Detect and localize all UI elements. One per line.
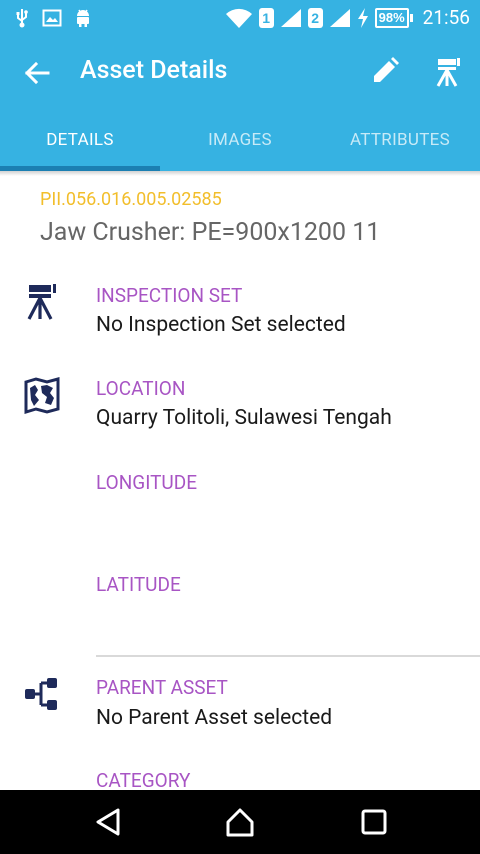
charging-icon <box>357 7 368 28</box>
battery-indicator: 98% <box>374 7 413 28</box>
app-bar: Asset Details <box>0 36 480 108</box>
header-shadow <box>0 171 480 176</box>
system-nav-bar <box>0 790 480 854</box>
pencil-icon[interactable] <box>370 56 400 86</box>
divider <box>96 655 480 657</box>
status-bar: 1 2 98% 21:56 <box>0 0 480 36</box>
tab-attributes[interactable]: ATTRIBUTES <box>320 108 480 171</box>
asset-name: Jaw Crusher: PE=900x1200 11 <box>40 218 381 247</box>
sim2-badge: 2 <box>307 7 323 28</box>
nav-back-icon[interactable] <box>92 806 124 838</box>
tab-images[interactable]: IMAGES <box>160 108 320 171</box>
usb-icon <box>16 9 28 28</box>
tab-bar: DETAILS IMAGES ATTRIBUTES <box>0 108 480 171</box>
nav-home-icon[interactable] <box>224 806 256 838</box>
asset-code: PII.056.016.005.02585 <box>40 189 222 210</box>
nav-recents-icon[interactable] <box>358 806 390 838</box>
map-icon <box>24 377 60 414</box>
signal-icon <box>329 8 350 27</box>
latitude-label: LATITUDE <box>96 573 181 596</box>
battery-nub <box>409 13 413 22</box>
android-icon <box>77 9 89 27</box>
longitude-label: LONGITUDE <box>96 471 198 494</box>
image-icon <box>42 9 62 27</box>
inspection-set-label: INSPECTION SET <box>96 284 243 307</box>
parent-asset-value[interactable]: No Parent Asset selected <box>96 706 332 730</box>
back-arrow-icon[interactable] <box>22 58 52 88</box>
location-value[interactable]: Quarry Tolitoli, Sulawesi Tengah <box>96 406 392 430</box>
location-label: LOCATION <box>96 377 186 400</box>
tab-details[interactable]: DETAILS <box>0 108 160 171</box>
survey-tripod-icon <box>27 284 56 320</box>
sim1-badge: 1 <box>258 7 274 28</box>
status-time: 21:56 <box>422 6 470 29</box>
inspection-set-value[interactable]: No Inspection Set selected <box>96 313 346 337</box>
battery-level: 98% <box>374 7 409 28</box>
wifi-icon <box>225 8 252 28</box>
page-title: Asset Details <box>80 56 228 85</box>
survey-tripod-icon[interactable] <box>432 56 464 88</box>
category-label: CATEGORY <box>96 769 191 792</box>
hierarchy-icon <box>25 678 57 710</box>
signal-icon <box>280 8 301 27</box>
header-area: 1 2 98% 21:56 Asset Details DETAILS IMAG… <box>0 0 480 171</box>
parent-asset-label: PARENT ASSET <box>96 676 228 699</box>
